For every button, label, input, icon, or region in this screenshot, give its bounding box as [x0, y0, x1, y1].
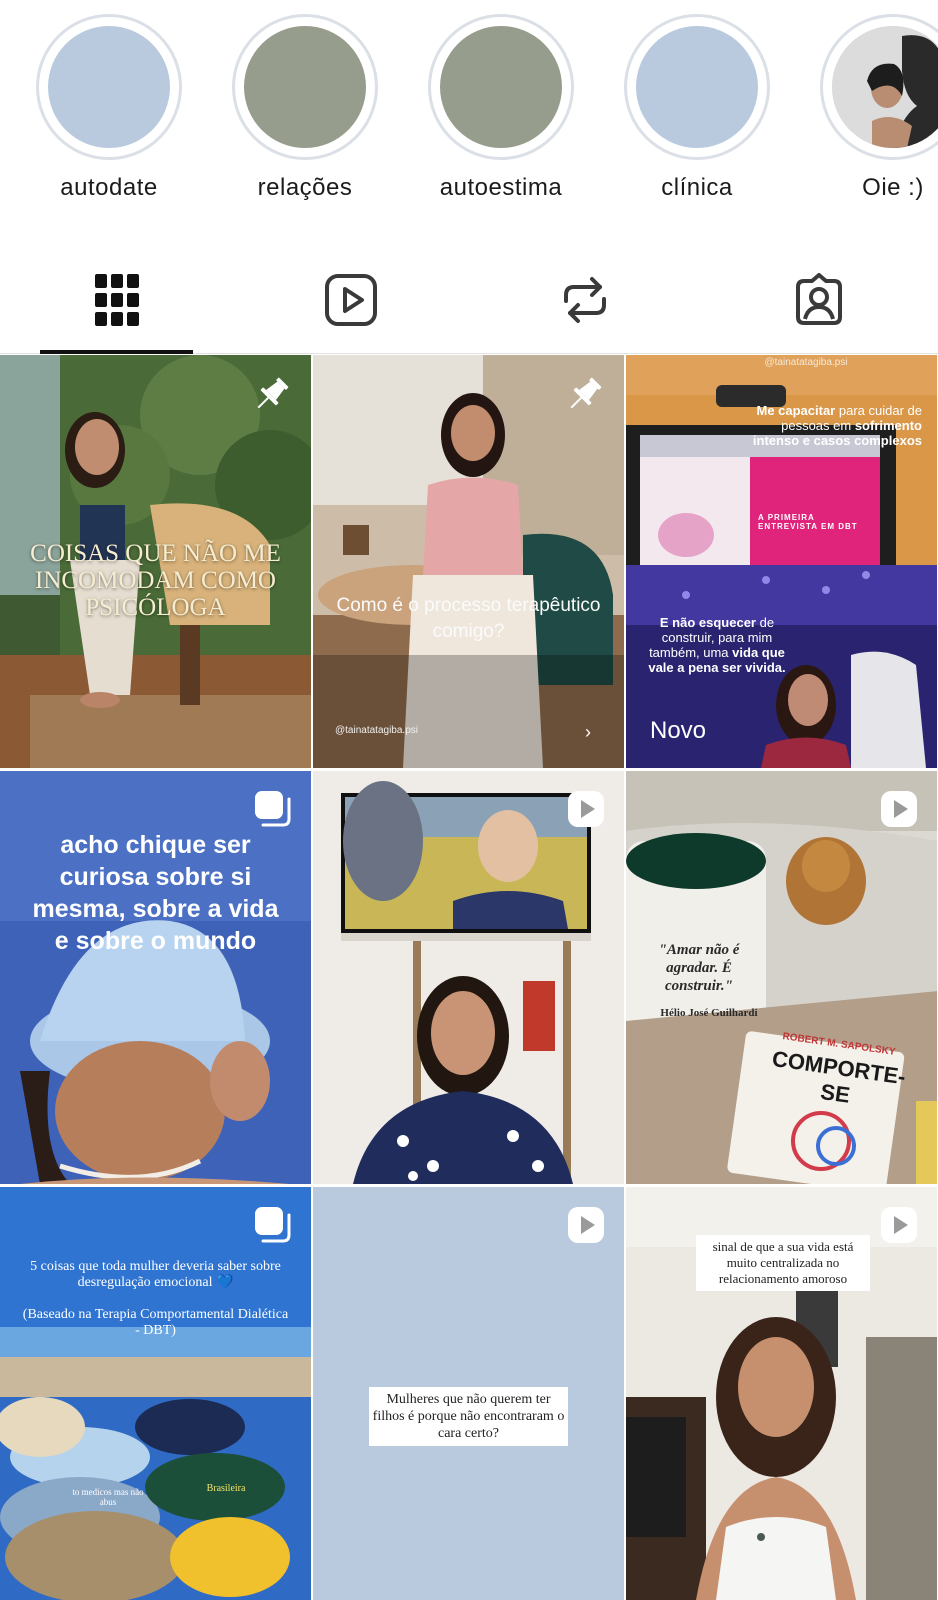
highlight-label: relações: [257, 174, 353, 201]
post-caption: Mulheres que não querem ter filhos é por…: [369, 1387, 568, 1446]
tagged-icon: [796, 273, 842, 325]
mug-author: Hélio José Guilhardi: [660, 1007, 758, 1019]
portrait-photo: [832, 26, 938, 148]
highlight-label: autoestima: [439, 174, 563, 201]
highlight-oie[interactable]: Oie :): [808, 14, 938, 202]
post-tile[interactable]: "Amar não é agradar. É construir." Hélio…: [626, 771, 937, 1184]
reel-icon: [566, 1205, 606, 1250]
highlight-ring: [428, 14, 574, 160]
text-bold: Me capacitar: [756, 403, 836, 418]
carousel-icon: [253, 1205, 293, 1250]
hat-text: to medicos mas não abus: [72, 1487, 144, 1507]
post-handle: @tainatatagiba.psi: [335, 725, 418, 736]
pin-icon: [249, 373, 293, 422]
posts-grid-icon: [95, 274, 139, 326]
highlight-label: Oie :): [862, 174, 924, 201]
new-post-label: Novo: [650, 717, 707, 744]
highlight-label: autodate: [60, 174, 158, 201]
profile-tabs: [0, 248, 938, 354]
post-text-bottom: E não esquecer de construir, para mim ta…: [642, 615, 792, 675]
chevron-right-icon: ›: [585, 722, 591, 742]
highlight-cover: [48, 26, 170, 148]
post-tile[interactable]: COISAS QUE NÃO ME INCOMODAM COMO PSICÓLO…: [0, 355, 311, 768]
tab-reposts[interactable]: [468, 248, 702, 352]
highlight-ring: [820, 14, 938, 160]
highlight-cover: [244, 26, 366, 148]
tab-reels[interactable]: [234, 248, 468, 352]
post-tile[interactable]: Mulheres que não querem ter filhos é por…: [313, 1187, 624, 1600]
reel-icon: [879, 1205, 919, 1250]
reels-icon: [325, 274, 377, 326]
carousel-icon: [253, 789, 293, 834]
highlight-autodate[interactable]: autodate: [24, 14, 194, 202]
highlight-cover: [440, 26, 562, 148]
story-highlights: autodate relações autoestima clínica Oie…: [0, 0, 938, 230]
post-caption: COISAS QUE NÃO ME INCOMODAM COMO PSICÓLO…: [30, 540, 281, 621]
highlight-cover: [636, 26, 758, 148]
post-caption: Como é o processo terapêutico comigo?: [336, 595, 601, 642]
post-tile[interactable]: 5 coisas que toda mulher deveria saber s…: [0, 1187, 311, 1600]
post-tile[interactable]: sinal de que a sua vida está muito centr…: [626, 1187, 937, 1600]
hat-text: Brasileira: [206, 1483, 246, 1494]
mug-text: "Amar não é agradar. É construir.": [658, 942, 740, 994]
post-handle: @tainatatagiba.psi: [764, 357, 848, 368]
post-text-top: Me capacitar para cuidar de pessoas em s…: [738, 403, 922, 448]
highlight-autoestima[interactable]: autoestima: [416, 14, 586, 202]
highlight-clinica[interactable]: clínica: [612, 14, 782, 202]
highlight-ring: [36, 14, 182, 160]
active-tab-indicator: [40, 350, 193, 354]
tab-tagged[interactable]: [702, 248, 936, 352]
reposts-icon: [564, 277, 606, 323]
post-caption: 5 coisas que toda mulher deveria saber s…: [30, 1259, 281, 1290]
highlight-relacoes[interactable]: relações: [220, 14, 390, 202]
post-caption: acho chique ser curiosa sobre si mesma, …: [32, 831, 279, 955]
reel-icon: [879, 789, 919, 834]
highlight-cover-photo: [832, 26, 938, 148]
screen-text: A PRIMEIRA ENTREVISTA EM DBT: [758, 513, 858, 531]
post-tile[interactable]: @tainatatagiba.psi Me capacitar para cui…: [626, 355, 937, 768]
text-bold: E não esquecer: [659, 615, 756, 630]
reel-icon: [566, 789, 606, 834]
pin-icon: [562, 373, 606, 422]
highlight-label: clínica: [661, 174, 733, 201]
highlight-ring: [624, 14, 770, 160]
post-tile[interactable]: Como é o processo terapêutico comigo? @t…: [313, 355, 624, 768]
post-tile[interactable]: acho chique ser curiosa sobre si mesma, …: [0, 771, 311, 1184]
post-caption-sub: (Baseado na Terapia Comportamental Dialé…: [22, 1307, 289, 1338]
post-caption: sinal de que a sua vida está muito centr…: [696, 1235, 870, 1291]
highlight-ring: [232, 14, 378, 160]
tab-posts[interactable]: [0, 248, 234, 354]
post-tile[interactable]: [313, 771, 624, 1184]
